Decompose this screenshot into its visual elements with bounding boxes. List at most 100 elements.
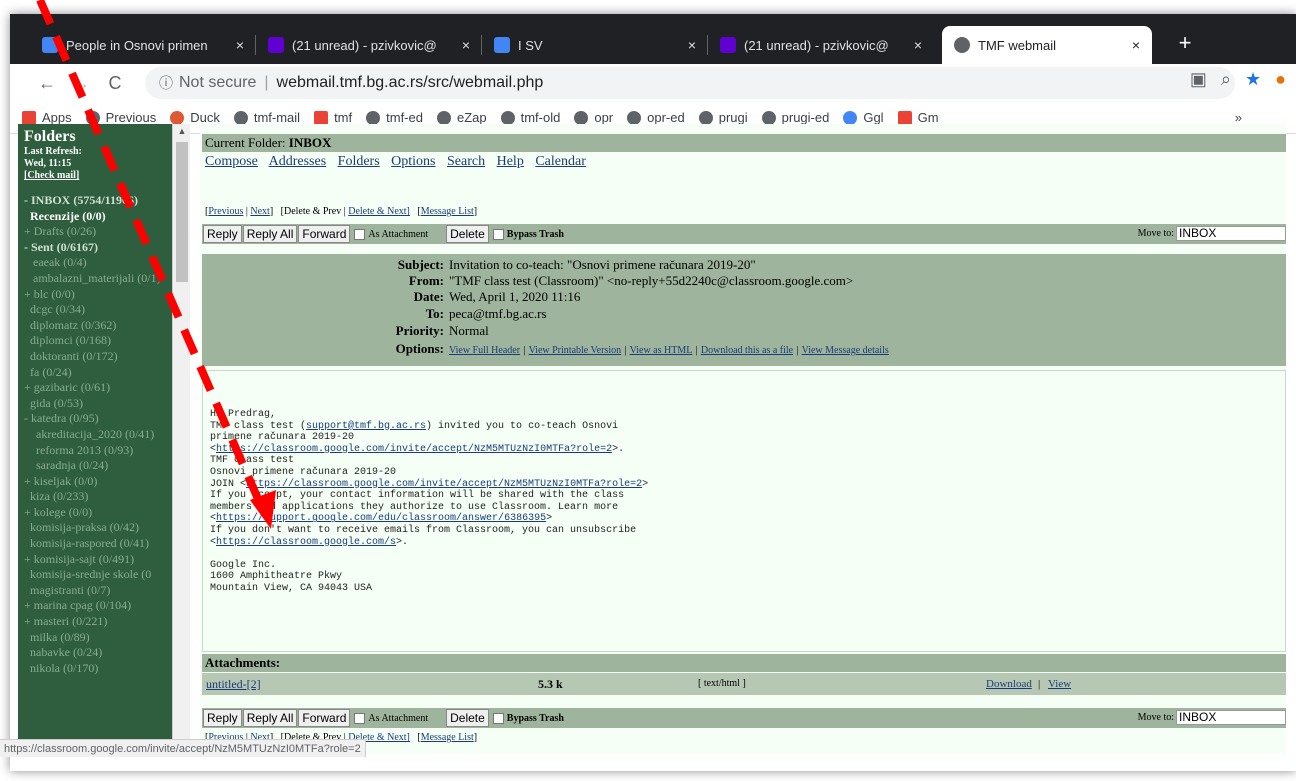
- bookmark-tmf-mail[interactable]: tmf-mail: [233, 110, 300, 125]
- tab-people-osnovi[interactable]: People in Osnovi primen ×: [30, 26, 256, 64]
- folder-item[interactable]: + komisija-sajt (0/491): [24, 552, 184, 568]
- check-mail-link[interactable]: [Check mail]: [24, 170, 184, 181]
- folder-item[interactable]: - INBOX (5754/11966): [24, 193, 184, 209]
- message-list-link[interactable]: Message List: [421, 206, 474, 217]
- folder-item[interactable]: magistranti (0/7): [24, 583, 184, 599]
- bookmark-tmf-ed[interactable]: tmf-ed: [366, 110, 423, 125]
- help-link[interactable]: Help: [497, 154, 524, 169]
- addresses-link[interactable]: Addresses: [269, 154, 327, 169]
- tab-close-icon[interactable]: ×: [456, 37, 476, 53]
- attachment-name-link[interactable]: untitled-[2]: [206, 673, 261, 695]
- view-full-header-link[interactable]: View Full Header: [449, 345, 520, 356]
- forward-button[interactable]: Forward: [298, 709, 351, 727]
- tab-close-icon[interactable]: ×: [230, 37, 250, 53]
- folder-item[interactable]: akreditacija_2020 (0/41): [24, 427, 184, 443]
- zoom-icon[interactable]: ⌕: [1221, 69, 1231, 90]
- folder-item[interactable]: Recenzije (0/0): [24, 209, 184, 225]
- tab-close-icon[interactable]: ×: [1126, 37, 1146, 53]
- bypass-trash-checkbox[interactable]: [492, 712, 504, 724]
- view-message-details-link[interactable]: View Message details: [802, 345, 889, 356]
- bookmarks-overflow-button[interactable]: »: [1235, 110, 1242, 125]
- reply-all-button[interactable]: Reply All: [242, 225, 298, 243]
- folder-item[interactable]: nikola (0/170): [24, 661, 184, 677]
- folder-item[interactable]: + kiseljak (0/0): [24, 474, 184, 490]
- learn-more-link[interactable]: https://support.google.com/edu/classroom…: [216, 513, 546, 524]
- next-link[interactable]: Next: [250, 206, 269, 217]
- attachment-download-link[interactable]: Download: [986, 673, 1032, 695]
- extension-icon[interactable]: ●: [1275, 69, 1286, 90]
- folder-item[interactable]: + gazibaric (0/61): [24, 380, 184, 396]
- forward-button[interactable]: Forward: [298, 225, 351, 243]
- back-button[interactable]: ←: [30, 73, 64, 94]
- search-link[interactable]: Search: [447, 154, 485, 169]
- move-to-select[interactable]: INBOX: [1176, 710, 1286, 725]
- folder-item[interactable]: nabavke (0/24): [24, 645, 184, 661]
- bookmark-ezap[interactable]: eZap: [436, 110, 487, 125]
- translate-icon[interactable]: ▣: [1190, 69, 1207, 90]
- reload-button[interactable]: C: [98, 73, 132, 94]
- folder-item[interactable]: + Drafts (0/26): [24, 224, 184, 240]
- scroll-thumb[interactable]: [176, 142, 188, 282]
- folder-item[interactable]: - Sent (0/6167): [24, 240, 184, 256]
- move-to-select[interactable]: INBOX: [1176, 226, 1286, 241]
- support-email-link[interactable]: support@tmf.bg.ac.rs: [306, 421, 426, 432]
- folder-scrollbar[interactable]: ▲ ▼: [172, 124, 190, 754]
- folder-item[interactable]: reforma 2013 (0/93): [24, 443, 184, 459]
- delete-prev-link[interactable]: [Delete & Prev: [281, 206, 342, 217]
- previous-link[interactable]: Previous: [208, 206, 243, 217]
- folder-item[interactable]: milka (0/89): [24, 630, 184, 646]
- folder-item[interactable]: + marina cpag (0/104): [24, 598, 184, 614]
- calendar-link[interactable]: Calendar: [535, 154, 586, 169]
- folder-item[interactable]: + blc (0/0): [24, 287, 184, 303]
- attachment-view-link[interactable]: View: [1048, 673, 1071, 695]
- scroll-up-icon[interactable]: ▲: [173, 126, 191, 136]
- folder-item[interactable]: gida (0/53): [24, 396, 184, 412]
- bookmark-apps[interactable]: Apps: [22, 110, 72, 125]
- tab-close-icon[interactable]: ×: [682, 37, 702, 53]
- bookmark-tmf-old[interactable]: tmf-old: [500, 110, 560, 125]
- tab-yahoo-mail-1[interactable]: (21 unread) - pzivkovic@ ×: [256, 26, 482, 64]
- bookmark-opr-ed[interactable]: opr-ed: [627, 110, 685, 125]
- reply-button[interactable]: Reply: [203, 709, 242, 727]
- bookmark-prugi[interactable]: prugi: [698, 110, 748, 125]
- bookmark-duck[interactable]: Duck: [170, 110, 220, 125]
- tab-close-icon[interactable]: ×: [908, 37, 928, 53]
- tab-isv[interactable]: I SV ×: [482, 26, 708, 64]
- folder-item[interactable]: diplomatz (0/362): [24, 318, 184, 334]
- folder-item[interactable]: + kolege (0/0): [24, 505, 184, 521]
- bookmark-star-icon[interactable]: ★: [1245, 69, 1261, 90]
- download-file-link[interactable]: Download this as a file: [701, 345, 793, 356]
- as-attachment-checkbox[interactable]: [354, 228, 366, 240]
- reply-button[interactable]: Reply: [203, 225, 242, 243]
- bookmark-previous[interactable]: Previous: [85, 110, 156, 125]
- bookmark-ggl[interactable]: Ggl: [843, 110, 884, 125]
- view-as-html-link[interactable]: View as HTML: [630, 345, 693, 356]
- folder-item[interactable]: doktoranti (0/172): [24, 349, 184, 365]
- folder-item[interactable]: diplomci (0/168): [24, 333, 184, 349]
- folders-link[interactable]: Folders: [338, 154, 380, 169]
- reply-all-button[interactable]: Reply All: [242, 709, 298, 727]
- folder-item[interactable]: kiza (0/233): [24, 489, 184, 505]
- forward-button[interactable]: →: [64, 73, 98, 94]
- view-printable-link[interactable]: View Printable Version: [529, 345, 622, 356]
- folder-item[interactable]: fa (0/24): [24, 365, 184, 381]
- folder-item[interactable]: eaeak (0/4): [24, 255, 184, 271]
- tab-tmf-webmail[interactable]: TMF webmail ×: [942, 26, 1152, 64]
- as-attachment-checkbox[interactable]: [354, 712, 366, 724]
- folder-item[interactable]: + masteri (0/221): [24, 614, 184, 630]
- message-list-link[interactable]: Message List: [421, 732, 474, 743]
- folder-item[interactable]: komisija-raspored (0/41): [24, 536, 184, 552]
- unsubscribe-link[interactable]: https://classroom.google.com/s: [216, 537, 396, 548]
- folder-item[interactable]: dcgc (0/34): [24, 302, 184, 318]
- bypass-trash-checkbox[interactable]: [492, 228, 504, 240]
- delete-button[interactable]: Delete: [446, 225, 489, 243]
- new-tab-button[interactable]: +: [1170, 30, 1200, 56]
- compose-link[interactable]: Compose: [205, 154, 258, 169]
- folder-item[interactable]: komisija-srednje skole (0: [24, 567, 184, 583]
- address-bar[interactable]: ⓘ Not secure | webmail.tmf.bg.ac.rs/src/…: [145, 67, 1235, 99]
- bookmark-prugi-ed[interactable]: prugi-ed: [761, 110, 829, 125]
- info-icon[interactable]: ⓘ: [159, 73, 173, 93]
- invite-accept-link[interactable]: https://classroom.google.com/invite/acce…: [216, 444, 612, 455]
- folder-item[interactable]: - katedra (0/95): [24, 411, 184, 427]
- bookmark-gm[interactable]: Gm: [897, 110, 939, 125]
